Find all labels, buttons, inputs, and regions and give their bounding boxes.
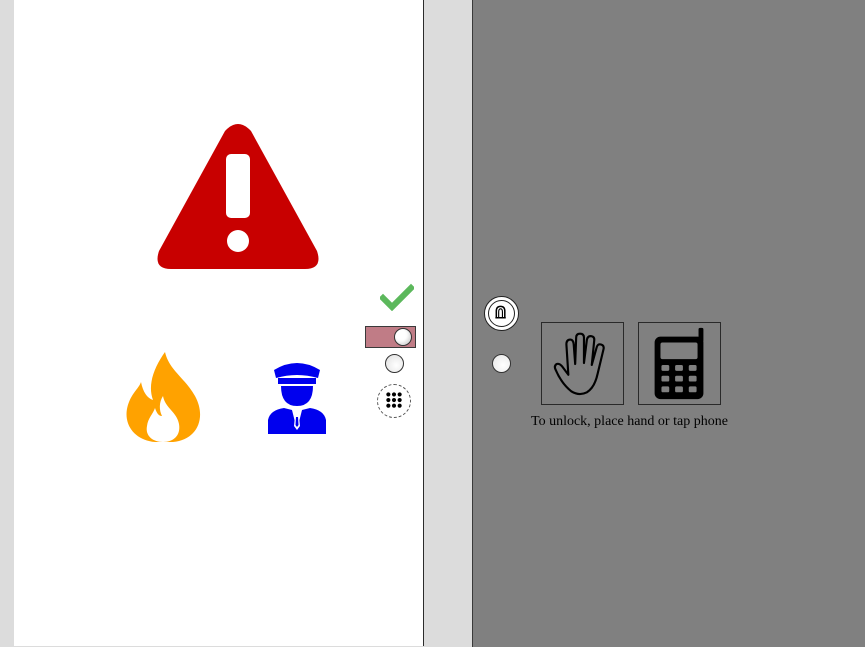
option-radio[interactable] bbox=[385, 354, 404, 373]
keypad-button[interactable] bbox=[377, 384, 411, 418]
alert-toggle-switch[interactable] bbox=[365, 326, 416, 348]
keypad-grid-icon bbox=[386, 392, 402, 408]
doorbell-icon bbox=[495, 305, 506, 319]
police-officer-icon[interactable] bbox=[266, 360, 328, 434]
checkmark-icon[interactable] bbox=[380, 283, 414, 311]
mobile-phone-icon bbox=[654, 327, 704, 400]
kiosk-screen: To unlock, place hand or tap phone bbox=[0, 0, 865, 647]
fire-icon[interactable] bbox=[125, 352, 203, 442]
panel-divider bbox=[425, 0, 472, 647]
warning-triangle-icon bbox=[155, 123, 321, 271]
hand-scan-button[interactable] bbox=[541, 322, 624, 405]
phone-tap-button[interactable] bbox=[638, 322, 721, 405]
unlock-instruction: To unlock, place hand or tap phone bbox=[531, 414, 728, 429]
doorbell-button[interactable] bbox=[484, 296, 519, 331]
toggle-knob bbox=[394, 328, 412, 346]
emergency-panel bbox=[14, 0, 424, 646]
hand-icon bbox=[553, 332, 605, 396]
unlock-radio[interactable] bbox=[492, 354, 511, 373]
